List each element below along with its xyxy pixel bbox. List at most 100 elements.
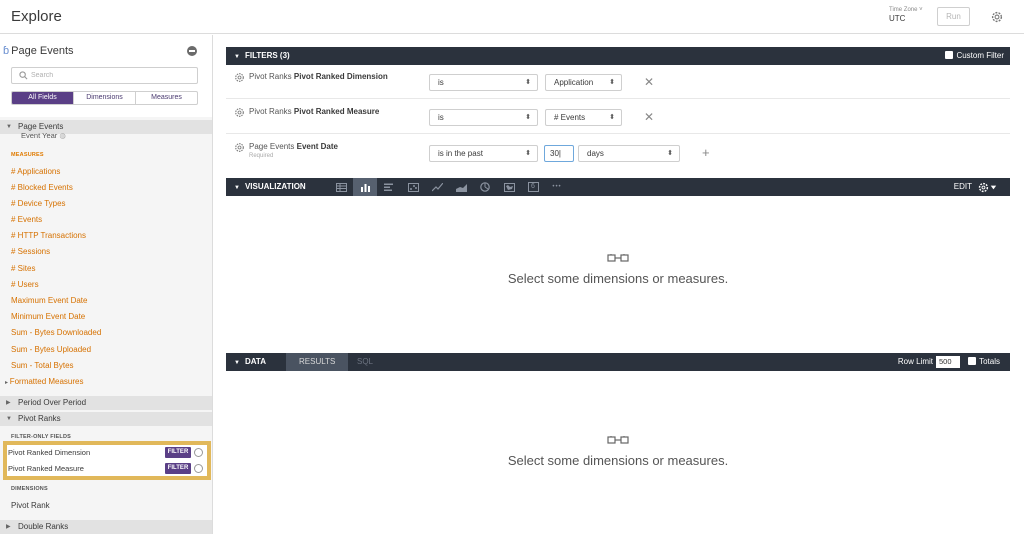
view-double-ranks[interactable]: ▶ Double Ranks (0, 520, 212, 534)
info-icon: ◍ (59, 131, 66, 140)
remove-filter-icon[interactable]: ✕ (644, 111, 654, 123)
measure-item[interactable]: Sum - Bytes Uploaded (11, 345, 91, 354)
measure-item[interactable]: # HTTP Transactions (11, 231, 86, 240)
single-value-icon[interactable]: 6 (521, 178, 545, 196)
edit-button[interactable]: EDIT (954, 178, 972, 196)
expand-down-icon: ▼ (234, 185, 240, 191)
dimensions-label: DIMENSIONS (11, 486, 48, 492)
visualization-type-picker: 6 ••• (329, 178, 569, 196)
view-pivot-ranks[interactable]: ▼ Pivot Ranks (0, 412, 212, 426)
row-limit: Row Limit 500 (898, 356, 960, 368)
filter-button[interactable]: FILTER (165, 463, 191, 474)
add-filter-icon[interactable]: + (702, 146, 710, 159)
bar-chart-icon[interactable] (377, 178, 401, 196)
filter-field-name: Pivot Ranks Pivot Ranked Dimension (249, 72, 388, 81)
measure-item[interactable]: # Applications (11, 167, 60, 176)
select-arrow-icon: ⬍ (525, 114, 531, 121)
remove-filter-icon[interactable]: ✕ (644, 76, 654, 88)
filter-operator-select[interactable]: is in the past ⬍ (429, 145, 538, 162)
measure-item[interactable]: Sum - Bytes Downloaded (11, 328, 101, 337)
gear-icon[interactable] (234, 107, 245, 118)
gear-icon[interactable] (234, 72, 245, 83)
filter-button[interactable]: FILTER (165, 447, 191, 458)
filter-only-field-label: Pivot Ranked Measure (8, 464, 84, 473)
measure-item[interactable]: Minimum Event Date (11, 312, 85, 321)
select-arrow-icon: ⬍ (525, 79, 531, 86)
pie-chart-icon[interactable] (473, 178, 497, 196)
filter-unit-select[interactable]: days ⬍ (578, 145, 680, 162)
dimension-measure-icon (607, 254, 629, 262)
looker-logo-icon: ɓ (3, 45, 10, 57)
gear-icon[interactable] (990, 10, 1004, 24)
more-icon[interactable]: ••• (545, 178, 569, 196)
tab-all-fields[interactable]: All Fields (12, 92, 73, 104)
data-header: ▼ DATA (234, 357, 266, 366)
filter-row: Page Events Event Date Required is in th… (226, 135, 1010, 169)
checkbox-icon (945, 51, 954, 59)
map-icon[interactable] (497, 178, 521, 196)
scatter-icon[interactable] (401, 178, 425, 196)
filter-value-select[interactable]: # Events ⬍ (545, 109, 622, 126)
run-button[interactable]: Run (937, 7, 970, 26)
measure-item[interactable]: # Blocked Events (11, 183, 73, 192)
search-input[interactable] (31, 69, 191, 82)
area-chart-icon[interactable] (449, 178, 473, 196)
text-cursor: | (558, 149, 561, 158)
filter-only-field-row[interactable]: Pivot Ranked Measure FILTER (8, 463, 203, 475)
measure-item[interactable]: # Events (11, 215, 42, 224)
visualization-bar[interactable]: ▼ VISUALIZATION 6 ••• EDIT (226, 178, 1010, 196)
timezone-label: Time Zone ˅ (889, 7, 923, 13)
filter-operator-select[interactable]: is ⬍ (429, 109, 538, 126)
dimension-item[interactable]: Pivot Rank (11, 501, 50, 510)
search-icon (19, 71, 28, 80)
measures-label: MEASURES (11, 152, 44, 158)
measure-item[interactable]: Sum - Total Bytes (11, 361, 74, 370)
timezone-selector[interactable]: Time Zone ˅ UTC (889, 7, 923, 23)
view-period-over-period[interactable]: ▶ Period Over Period (0, 396, 212, 410)
filter-number-input[interactable]: 30| (544, 145, 574, 162)
tab-measures[interactable]: Measures (135, 92, 197, 104)
measure-item[interactable]: # Users (11, 280, 39, 289)
tab-dimensions[interactable]: Dimensions (73, 92, 135, 104)
custom-filter-checkbox[interactable]: Custom Filter (945, 51, 1004, 60)
expand-right-icon: ▶ (6, 400, 11, 406)
measure-item[interactable]: Maximum Event Date (11, 296, 87, 305)
empty-message: Select some dimensions or measures. (507, 453, 729, 468)
gear-icon[interactable] (234, 142, 245, 153)
expand-down-icon: ▼ (6, 124, 12, 130)
select-arrow-icon: ⬍ (667, 150, 673, 157)
dimension-measure-icon (607, 436, 629, 444)
measure-item[interactable]: # Device Types (11, 199, 66, 208)
filter-value-select[interactable]: Application ⬍ (545, 74, 622, 91)
expand-right-icon: ▶ (6, 524, 11, 530)
select-arrow-icon: ⬍ (525, 150, 531, 157)
info-icon[interactable] (194, 448, 203, 457)
info-icon[interactable] (194, 464, 203, 473)
tab-sql[interactable]: SQL (344, 353, 386, 371)
line-chart-icon[interactable] (425, 178, 449, 196)
group-formatted-measures[interactable]: ▸ Formatted Measures (5, 377, 84, 386)
data-bar[interactable]: ▼ DATA RESULTS SQL Row Limit 500 Totals (226, 353, 1010, 371)
field-tabs: All Fields Dimensions Measures (11, 91, 198, 105)
measure-item[interactable]: # Sessions (11, 247, 50, 256)
filters-bar[interactable]: ▼ FILTERS (3) Custom Filter (226, 47, 1010, 65)
column-chart-icon[interactable] (353, 178, 377, 196)
filter-field-name: Pivot Ranks Pivot Ranked Measure (249, 107, 380, 116)
empty-message: Select some dimensions or measures. (507, 271, 729, 286)
filters-header: ▼ FILTERS (3) (234, 51, 290, 60)
select-arrow-icon: ⬍ (609, 79, 615, 86)
gear-dropdown-icon[interactable] (978, 182, 998, 193)
collapse-icon[interactable] (187, 46, 197, 56)
row-limit-input[interactable]: 500 (936, 356, 960, 368)
field-event-year[interactable]: Event Year ◍ (21, 131, 66, 140)
totals-checkbox[interactable]: Totals (968, 356, 1000, 368)
tab-results[interactable]: RESULTS (286, 353, 349, 371)
checkbox-icon (968, 357, 977, 365)
table-icon[interactable] (329, 178, 353, 196)
field-picker-sidebar: ɓPage Events All Fields Dimensions Measu… (0, 35, 213, 534)
filter-operator-select[interactable]: is ⬍ (429, 74, 538, 91)
page-title: Explore (11, 8, 62, 25)
measure-item[interactable]: # Sites (11, 264, 35, 273)
visualization-header: ▼ VISUALIZATION (234, 182, 306, 191)
filter-only-field-row[interactable]: Pivot Ranked Dimension FILTER (8, 447, 203, 459)
